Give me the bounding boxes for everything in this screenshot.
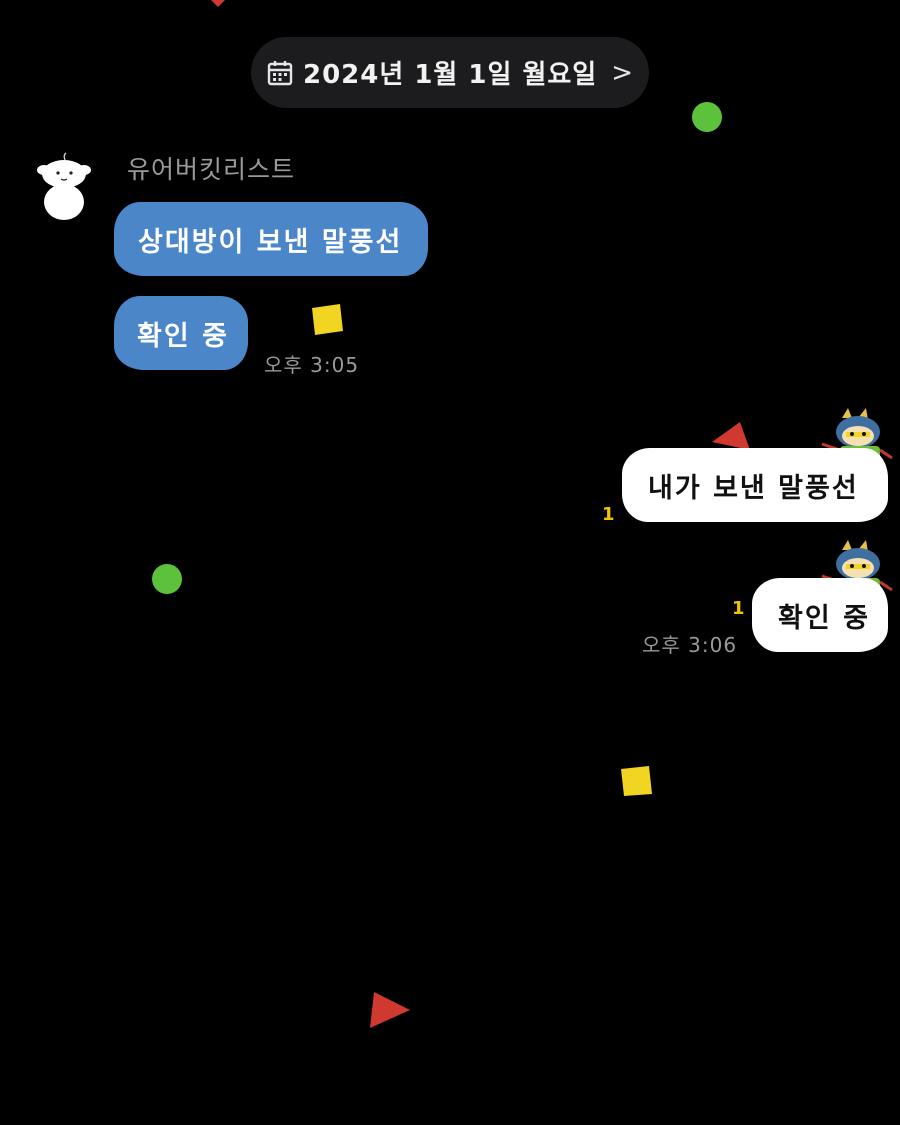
sender-avatar[interactable] — [36, 152, 96, 224]
confetti-green-dot — [690, 100, 724, 138]
chevron-right-icon: > — [611, 57, 634, 88]
message-text: 확인 중 — [778, 602, 870, 634]
date-label: 2024년 1월 1일 월요일 — [302, 60, 598, 90]
sender-name: 유어버킷리스트 — [127, 155, 296, 184]
message-timestamp: 오후 3:05 — [264, 353, 360, 377]
calendar-icon — [267, 60, 293, 85]
confetti-yellow-square — [618, 764, 656, 804]
message-text: 내가 보낸 말풍선 — [648, 472, 859, 504]
message-text: 확인 중 — [137, 320, 229, 352]
sent-message-bubble[interactable]: 확인 중 — [752, 578, 888, 652]
confetti-yellow-square — [308, 302, 346, 342]
unread-count: 1 — [732, 598, 745, 619]
confetti-green-dot — [150, 562, 184, 600]
received-message-bubble[interactable]: 확인 중 — [114, 296, 248, 370]
confetti-red-top — [210, 0, 226, 13]
confetti-red-triangle — [368, 990, 412, 1034]
message-timestamp: 오후 3:06 — [642, 633, 738, 657]
received-message-bubble[interactable]: 상대방이 보낸 말풍선 — [114, 202, 428, 276]
unread-count: 1 — [602, 504, 615, 525]
message-text: 상대방이 보낸 말풍선 — [138, 226, 403, 258]
sent-message-bubble[interactable]: 내가 보낸 말풍선 — [622, 448, 888, 522]
date-header[interactable]: 2024년 1월 1일 월요일 > — [251, 37, 649, 108]
